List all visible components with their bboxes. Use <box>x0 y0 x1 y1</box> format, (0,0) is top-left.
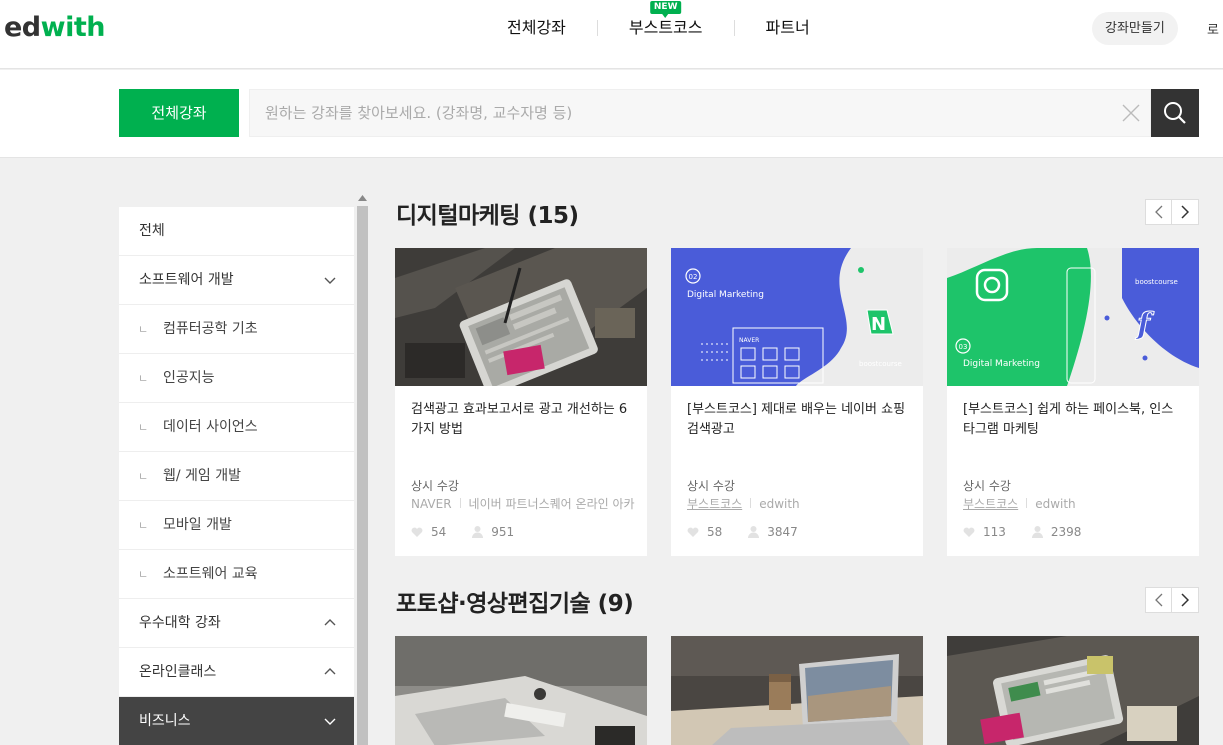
course-card[interactable] <box>671 636 923 745</box>
svg-text:02: 02 <box>689 273 698 281</box>
prev-button[interactable] <box>1145 199 1172 225</box>
sidebar-item-ai[interactable]: ㄴ 인공지능 <box>119 354 354 403</box>
course-title[interactable]: [부스트코스] 제대로 배우는 네이버 쇼핑검색광고 <box>687 400 909 440</box>
chevron-left-icon <box>1154 205 1162 219</box>
search-input[interactable] <box>249 89 1151 137</box>
svg-text:Digital Marketing: Digital Marketing <box>963 359 1040 369</box>
sidebar-item-top-university[interactable]: 우수대학 강좌 <box>119 599 354 648</box>
sidebar-item-data-science[interactable]: ㄴ 데이터 사이언스 <box>119 403 354 452</box>
course-thumbnail: 02 Digital Marketing NAVER N boostcourse <box>671 248 923 386</box>
top-header: edwith 전체강좌 NEW 부스트코스 파트너 강좌만들기 로 <box>0 0 1223 69</box>
course-stats: 58 3847 <box>687 525 824 539</box>
course-card[interactable]: 03 Digital Marketing boostcourse f [부스트코… <box>947 248 1199 556</box>
heart-icon <box>411 527 423 537</box>
new-badge: NEW <box>649 1 682 18</box>
global-nav: 전체강좌 NEW 부스트코스 파트너 <box>476 1 841 39</box>
section-pager <box>1145 199 1199 225</box>
laptop-desk-photo-image <box>395 636 647 745</box>
course-card[interactable] <box>947 636 1199 745</box>
category-select-button[interactable]: 전체강좌 <box>119 89 239 137</box>
tablet-photo-image <box>395 248 647 386</box>
scroll-up-arrow-icon[interactable] <box>358 194 367 201</box>
next-button[interactable] <box>1172 587 1199 613</box>
login-link[interactable]: 로 <box>1207 19 1219 38</box>
svg-text:NAVER: NAVER <box>739 337 759 344</box>
course-status: 상시 수강 <box>963 479 1011 493</box>
person-icon <box>472 526 484 538</box>
person-icon <box>748 526 760 538</box>
course-stats: 113 2398 <box>963 525 1107 539</box>
make-course-button[interactable]: 강좌만들기 <box>1092 12 1178 45</box>
nav-boostcourse-label: 부스트코스 <box>628 18 703 37</box>
prev-button[interactable] <box>1145 587 1172 613</box>
course-title[interactable]: 검색광고 효과보고서로 광고 개선하는 6가지 방법 <box>411 400 633 440</box>
heart-icon <box>687 527 699 537</box>
course-thumbnail <box>395 248 647 386</box>
course-org: NAVER 네이버 파트너스퀘어 온라인 아카 <box>411 497 635 511</box>
course-stats: 54 951 <box>411 525 540 539</box>
svg-text:boostcourse: boostcourse <box>1135 278 1178 286</box>
search-bar: 전체강좌 <box>0 70 1223 158</box>
sidebar-item-mobile[interactable]: ㄴ 모바일 개발 <box>119 501 354 550</box>
sidebar-item-cs-basics[interactable]: ㄴ 컴퓨터공학 기초 <box>119 305 354 354</box>
course-org: 부스트코스 edwith <box>963 497 1076 511</box>
course-status: 상시 수강 <box>411 479 459 493</box>
boostcourse-sns-banner: 03 Digital Marketing boostcourse f <box>947 248 1199 386</box>
person-icon <box>1031 526 1043 538</box>
course-title[interactable]: [부스트코스] 쉽게 하는 페이스북, 인스타그램 마케팅 <box>963 400 1185 440</box>
search-icon <box>1164 102 1186 124</box>
chevron-left-icon <box>1154 593 1162 607</box>
nav-all-courses[interactable]: 전체강좌 <box>476 17 597 39</box>
laptop-photo-image <box>671 636 923 745</box>
course-org: 부스트코스 edwith <box>687 497 800 511</box>
category-sidebar: 전체 소프트웨어 개발 ㄴ 컴퓨터공학 기초 ㄴ 인공지능 ㄴ 데이터 사이언스 ㄴ웹… <box>119 207 354 745</box>
section-pager <box>1145 587 1199 613</box>
clear-icon[interactable] <box>1121 103 1141 123</box>
svg-text:03: 03 <box>959 343 968 351</box>
boostcourse-marketing-banner: 02 Digital Marketing NAVER N boostcourse <box>671 248 923 386</box>
heart-icon <box>963 527 975 537</box>
nav-partner[interactable]: 파트너 <box>735 17 841 39</box>
course-card[interactable]: 검색광고 효과보고서로 광고 개선하는 6가지 방법 상시 수강 NAVER 네이… <box>395 248 647 556</box>
chevron-down-icon <box>324 277 336 284</box>
section-title-digital-marketing: 디지털마케팅 (15) <box>396 203 579 229</box>
svg-text:boostcourse: boostcourse <box>859 360 902 368</box>
sidebar-item-online-class[interactable]: 온라인클래스 <box>119 648 354 697</box>
sidebar-item-all[interactable]: 전체 <box>119 207 354 256</box>
chevron-right-icon <box>1181 205 1189 219</box>
svg-text:N: N <box>871 314 886 335</box>
search-button[interactable] <box>1151 89 1199 137</box>
chevron-up-icon <box>324 668 336 675</box>
course-status: 상시 수강 <box>687 479 735 493</box>
edwith-logo[interactable]: edwith <box>4 12 105 43</box>
course-card[interactable] <box>395 636 647 745</box>
sidebar-item-sw-education[interactable]: ㄴ 소프트웨어 교육 <box>119 550 354 599</box>
sidebar-item-business[interactable]: 비즈니스 <box>119 697 354 745</box>
chevron-up-icon <box>324 619 336 626</box>
sidebar-scrollbar[interactable] <box>356 192 369 745</box>
nav-boostcourse[interactable]: NEW 부스트코스 <box>598 1 734 39</box>
course-thumbnail: 03 Digital Marketing boostcourse f <box>947 248 1199 386</box>
chevron-right-icon <box>1181 593 1189 607</box>
tablet-desk-photo-image <box>947 636 1199 745</box>
svg-text:Digital Marketing: Digital Marketing <box>687 290 764 300</box>
scrollbar-thumb[interactable] <box>357 206 368 745</box>
next-button[interactable] <box>1172 199 1199 225</box>
course-card[interactable]: 02 Digital Marketing NAVER N boostcourse… <box>671 248 923 556</box>
sidebar-item-web-game[interactable]: ㄴ 웹/ 게임 개발 <box>119 452 354 501</box>
section-title-photoshop-video: 포토샵·영상편집기술 (9) <box>396 591 634 617</box>
sidebar-item-software-dev[interactable]: 소프트웨어 개발 <box>119 256 354 305</box>
chevron-down-icon <box>324 718 336 725</box>
